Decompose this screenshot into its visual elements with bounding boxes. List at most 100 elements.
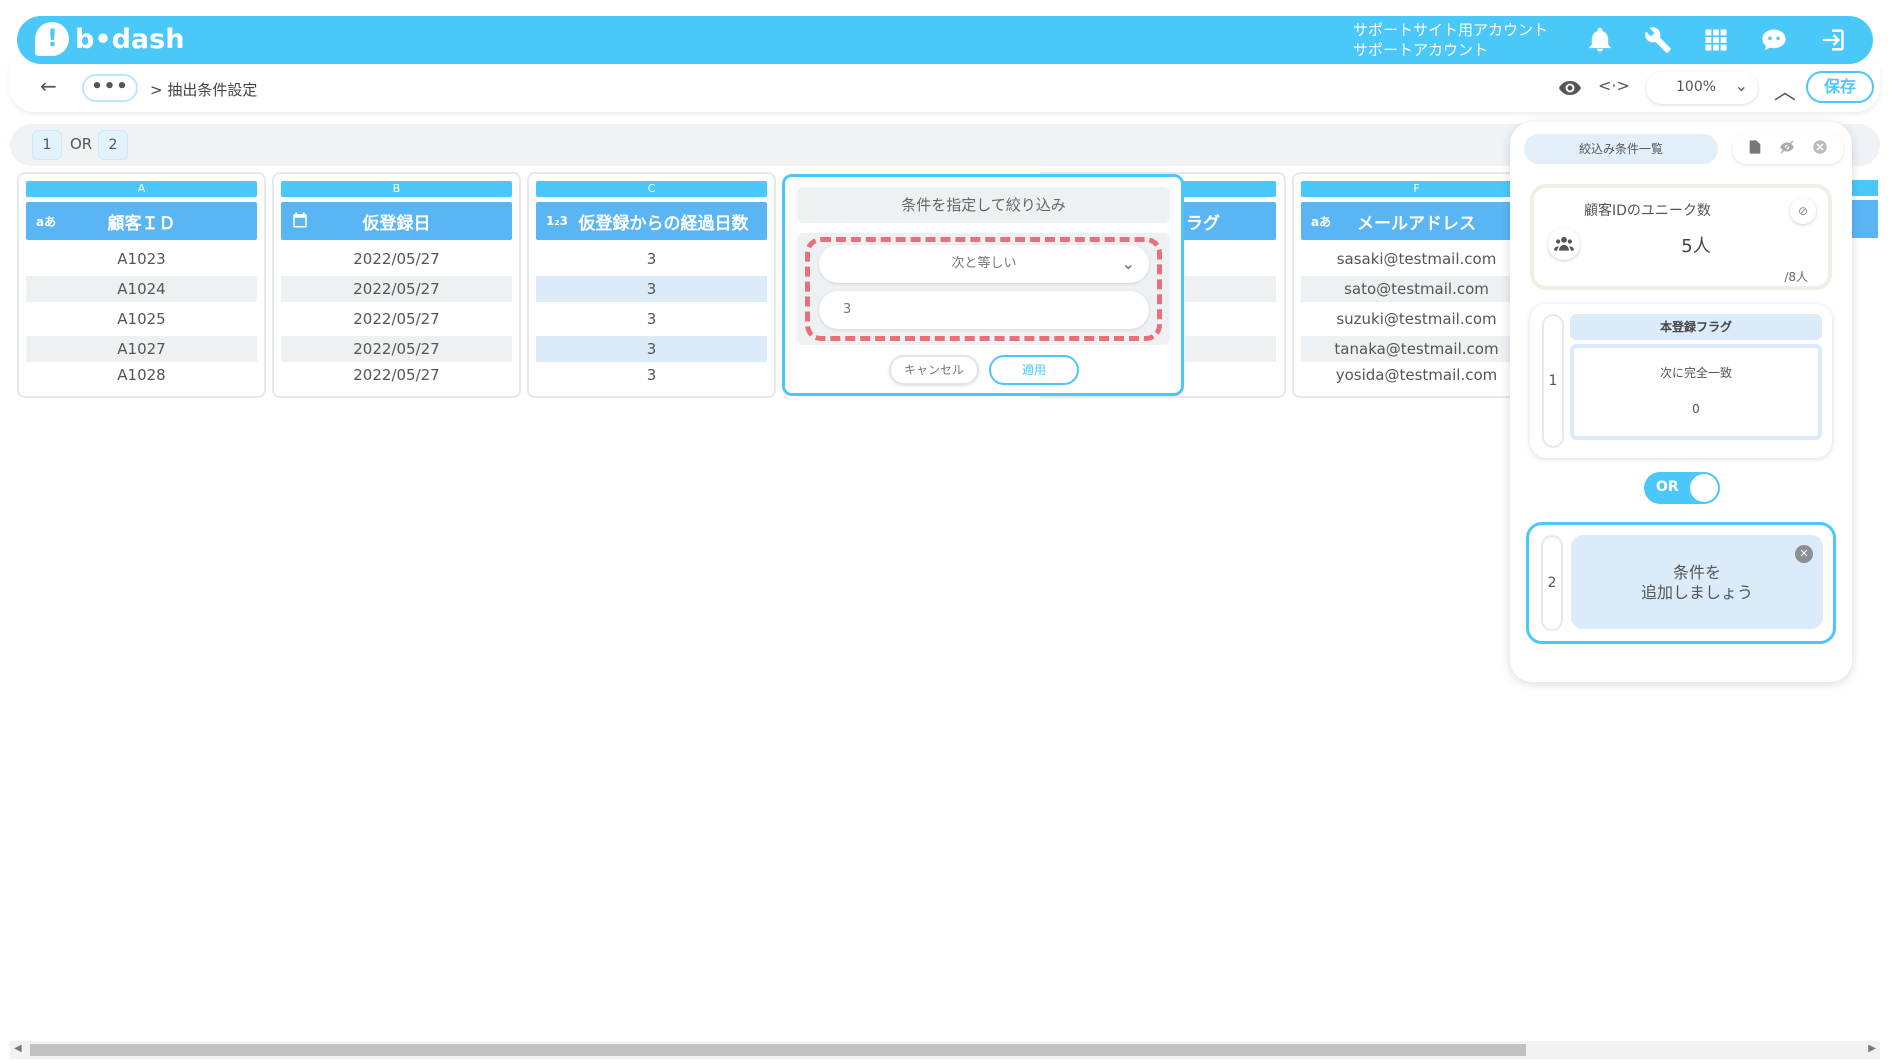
filter-condition-area: 次と等しい ⌄ 3: [797, 233, 1170, 345]
support-bird-icon[interactable]: [1756, 22, 1792, 58]
condition-number: 1: [1542, 314, 1564, 448]
logo[interactable]: b•dash: [35, 22, 184, 56]
filter-popup: 条件を指定して絞り込み 次と等しい ⌄ 3 キャンセル 適用: [782, 174, 1184, 396]
close-icon[interactable]: ✕: [1795, 545, 1813, 563]
toggle-knob: [1690, 474, 1718, 502]
stat-title: 顧客IDのユニーク数: [1584, 203, 1711, 219]
add-condition-line1: 条件を: [1672, 563, 1721, 582]
table-cell: [1180, 276, 1276, 302]
app-root: b•dash サポートサイト用アカウント サポートアカウント ←: [0, 0, 1890, 1063]
group-chip-1[interactable]: 1: [32, 130, 62, 160]
logout-icon[interactable]: [1814, 22, 1850, 58]
table-cell: 2022/05/27: [353, 250, 440, 268]
condition-card-2[interactable]: 2 条件を 追加しましょう ✕: [1526, 522, 1836, 644]
account-line1: サポートサイト用アカウント: [1353, 21, 1549, 39]
column-letter: [1180, 181, 1276, 197]
number-type-icon: 1₂3: [546, 214, 568, 228]
column-header[interactable]: 1₂3 仮登録からの経過日数: [536, 202, 767, 240]
scrollbar-thumb[interactable]: [30, 1044, 1526, 1056]
stat-total: /8人: [1784, 270, 1808, 284]
table-cell: 3: [646, 366, 657, 384]
account-info[interactable]: サポートサイト用アカウント サポートアカウント: [1353, 20, 1548, 60]
save-button[interactable]: 保存: [1806, 71, 1874, 103]
table-cell: 3: [646, 310, 657, 328]
column-header-label: ラグ: [1186, 213, 1220, 234]
column-header-label: 顧客ＩＤ: [107, 213, 176, 234]
logo-text: b•dash: [75, 23, 185, 55]
cancel-button[interactable]: キャンセル: [889, 355, 979, 385]
column-header[interactable]: ラグ: [1180, 202, 1276, 240]
reset-icon[interactable]: [1811, 138, 1829, 160]
filter-value-input[interactable]: 3: [819, 291, 1149, 329]
zoom-select[interactable]: 100% ⌄: [1646, 72, 1758, 104]
column-letter: C: [536, 181, 767, 197]
document-icon[interactable]: [1747, 138, 1763, 160]
table-cell: yosida@testmail.com: [1335, 366, 1498, 384]
collapse-caret-icon[interactable]: ︿: [1774, 74, 1796, 106]
stat-value: 5人: [1681, 236, 1711, 257]
condition-field: 本登録フラグ: [1570, 314, 1822, 340]
condition-card-1[interactable]: 1 本登録フラグ 次に完全一致 0: [1530, 304, 1832, 458]
condition-operator: 次に完全一致: [1659, 366, 1732, 380]
column-f: F aあ メールアドレス sasaki@testmail.com sato@te…: [1292, 172, 1532, 398]
column-header[interactable]: aあ 顧客ＩＤ: [26, 202, 257, 240]
table-cell: suzuki@testmail.com: [1336, 310, 1497, 328]
group-chip-2[interactable]: 2: [98, 130, 128, 160]
chevron-down-icon: ⌄: [1734, 76, 1748, 95]
next-column-header-sliver: [1852, 200, 1878, 238]
table-cell: 2022/05/27: [281, 276, 512, 302]
and-or-toggle[interactable]: OR: [1644, 472, 1720, 504]
code-icon[interactable]: <·>: [1598, 76, 1630, 95]
eye-icon[interactable]: [1558, 76, 1582, 104]
text-type-icon: aあ: [36, 214, 57, 229]
text-type-icon: aあ: [1311, 214, 1332, 229]
table-cell: 3: [536, 336, 767, 362]
table-cell: A1027: [26, 336, 257, 362]
panel-icon-group: [1732, 134, 1844, 164]
column-header-label: 仮登録日: [362, 213, 431, 234]
top-header: b•dash サポートサイト用アカウント サポートアカウント: [17, 16, 1873, 64]
eye-off-icon[interactable]: [1778, 138, 1796, 160]
scroll-right-icon[interactable]: ▶: [1868, 1043, 1876, 1054]
column-letter: A: [26, 181, 257, 197]
add-condition-text: 条件を 追加しましょう: [1571, 563, 1823, 603]
calendar-icon: [291, 211, 309, 232]
column-a: A aあ 顧客ＩＤ A1023 A1024 A1025 A1027 A1028: [17, 172, 266, 398]
operator-select[interactable]: 次と等しい ⌄: [819, 245, 1149, 283]
condition-value: 0: [1692, 402, 1700, 416]
add-condition-area[interactable]: 条件を 追加しましょう ✕: [1571, 535, 1823, 629]
column-letter: F: [1301, 181, 1532, 197]
chevron-down-icon: ⌄: [1121, 254, 1135, 273]
filter-popup-title: 条件を指定して絞り込み: [797, 187, 1170, 223]
stat-hide-icon[interactable]: ⊘: [1790, 198, 1816, 224]
next-column-letter-sliver: [1852, 180, 1878, 196]
condition-number: 2: [1541, 535, 1563, 631]
add-condition-line2: 追加しましょう: [1640, 583, 1753, 602]
column-header[interactable]: aあ メールアドレス: [1301, 202, 1532, 240]
tab-filter-list[interactable]: 絞込み条件一覧: [1524, 134, 1718, 164]
horizontal-scrollbar[interactable]: ◀ ▶: [10, 1041, 1880, 1059]
column-header[interactable]: 仮登録日: [281, 202, 512, 240]
table-cell: [1180, 336, 1276, 362]
table-cell: A1025: [117, 310, 166, 328]
grid-icon[interactable]: [1698, 22, 1734, 58]
table-cell: 2022/05/27: [353, 310, 440, 328]
table-cell: tanaka@testmail.com: [1301, 336, 1532, 362]
column-header-label: メールアドレス: [1357, 213, 1476, 234]
table-cell: 3: [646, 250, 657, 268]
bell-icon[interactable]: [1582, 22, 1618, 58]
table-cell: 3: [536, 276, 767, 302]
back-arrow-icon[interactable]: ←: [40, 74, 57, 98]
scroll-left-icon[interactable]: ◀: [14, 1043, 22, 1054]
breadcrumb-more-button[interactable]: •••: [82, 74, 138, 102]
table-cell: A1023: [117, 250, 166, 268]
apply-button[interactable]: 適用: [989, 355, 1079, 385]
filter-condition-panel: 絞込み条件一覧 顧客IDのユニーク数 5人 /8人 ⊘ 1 本登録フラグ 次に完…: [1510, 122, 1852, 682]
table-cell: sato@testmail.com: [1301, 276, 1532, 302]
column-header-label: 仮登録からの経過日数: [578, 213, 749, 234]
wrench-icon[interactable]: [1640, 22, 1676, 58]
zoom-value: 100%: [1676, 79, 1717, 95]
group-or-label: OR: [70, 135, 93, 153]
column-b: B 仮登録日 2022/05/27 2022/05/27 2022/05/27 …: [272, 172, 521, 398]
table-cell: 2022/05/27: [353, 366, 440, 384]
